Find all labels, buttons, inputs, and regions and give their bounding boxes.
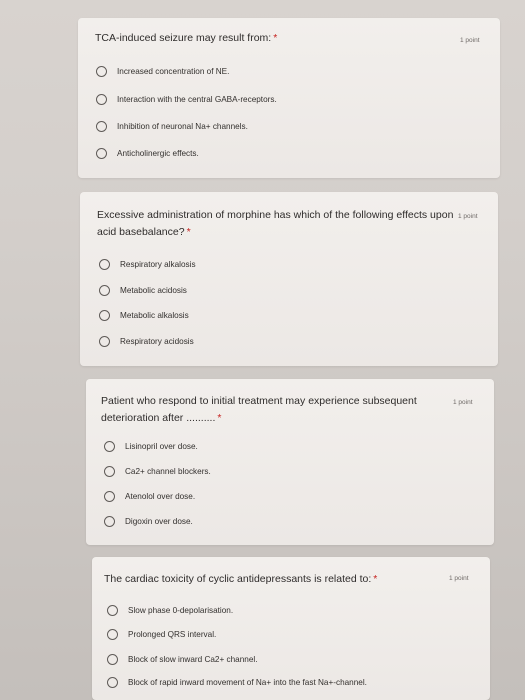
points-label: 1 point xyxy=(458,213,478,220)
question-card-1: TCA-induced seizure may result from: * 1 … xyxy=(78,18,500,178)
option-item[interactable]: Respiratory alkalosis xyxy=(99,256,196,272)
option-label[interactable]: Slow phase 0-depolarisation. xyxy=(128,606,233,615)
radio-button[interactable] xyxy=(96,147,107,159)
option-label[interactable]: Lisinopril over dose. xyxy=(125,442,198,451)
radio-button[interactable] xyxy=(107,676,118,688)
option-item[interactable]: Ca2+ channel blockers. xyxy=(104,463,211,479)
points-label: 1 point xyxy=(449,575,469,582)
option-label[interactable]: Increased concentration of NE. xyxy=(117,67,229,76)
radio-button[interactable] xyxy=(96,65,107,77)
option-item[interactable]: Interaction with the central GABA-recept… xyxy=(96,91,277,107)
option-label[interactable]: Interaction with the central GABA-recept… xyxy=(117,95,277,104)
question-card-2: Excessive administration of morphine has… xyxy=(80,192,498,366)
question-text: Patient who respond to initial treatment… xyxy=(101,395,417,424)
required-asterisk: * xyxy=(217,412,222,424)
required-asterisk: * xyxy=(373,573,378,585)
question-card-3: Patient who respond to initial treatment… xyxy=(86,379,494,545)
option-item[interactable]: Anticholinergic effects. xyxy=(96,145,199,161)
radio-button[interactable] xyxy=(99,335,110,347)
option-item[interactable]: Digoxin over dose. xyxy=(104,513,193,529)
option-label[interactable]: Digoxin over dose. xyxy=(125,517,193,526)
option-label[interactable]: Metabolic acidosis xyxy=(120,286,187,295)
radio-button[interactable] xyxy=(104,465,115,477)
option-label[interactable]: Respiratory alkalosis xyxy=(120,260,196,269)
question-title: Patient who respond to initial treatment… xyxy=(101,393,441,427)
radio-button[interactable] xyxy=(99,258,110,270)
option-item[interactable]: Slow phase 0-depolarisation. xyxy=(107,602,233,618)
radio-button[interactable] xyxy=(104,515,115,527)
option-item[interactable]: Inhibition of neuronal Na+ channels. xyxy=(96,118,248,134)
option-label[interactable]: Respiratory acidosis xyxy=(120,337,194,346)
option-item[interactable]: Increased concentration of NE. xyxy=(96,63,229,79)
radio-button[interactable] xyxy=(99,284,110,296)
option-label[interactable]: Metabolic alkalosis xyxy=(120,311,189,320)
option-item[interactable]: Prolonged QRS interval. xyxy=(107,626,216,642)
required-asterisk: * xyxy=(186,226,191,238)
form-page: TCA-induced seizure may result from: * 1 … xyxy=(0,0,525,700)
points-label: 1 point xyxy=(460,37,480,44)
radio-button[interactable] xyxy=(96,93,107,105)
question-text: TCA-induced seizure may result from: xyxy=(95,32,272,44)
radio-button[interactable] xyxy=(104,490,115,502)
option-label[interactable]: Inhibition of neuronal Na+ channels. xyxy=(117,122,248,131)
radio-button[interactable] xyxy=(96,120,107,132)
option-label[interactable]: Block of slow inward Ca2+ channel. xyxy=(128,655,257,664)
option-item[interactable]: Atenolol over dose. xyxy=(104,488,195,504)
radio-button[interactable] xyxy=(107,653,118,665)
option-label[interactable]: Block of rapid inward movement of Na+ in… xyxy=(128,678,367,687)
option-item[interactable]: Metabolic alkalosis xyxy=(99,307,189,323)
radio-button[interactable] xyxy=(107,628,118,640)
radio-button[interactable] xyxy=(107,604,118,616)
question-title: Excessive administration of morphine has… xyxy=(97,207,457,241)
option-item[interactable]: Block of rapid inward movement of Na+ in… xyxy=(107,674,367,690)
question-text: Excessive administration of morphine has… xyxy=(97,209,454,238)
option-label[interactable]: Prolonged QRS interval. xyxy=(128,630,216,639)
radio-button[interactable] xyxy=(104,440,115,452)
question-card-4: The cardiac toxicity of cyclic antidepre… xyxy=(92,557,490,700)
option-item[interactable]: Block of slow inward Ca2+ channel. xyxy=(107,651,257,667)
points-label: 1 point xyxy=(453,399,473,406)
question-text: The cardiac toxicity of cyclic antidepre… xyxy=(104,573,372,585)
option-label[interactable]: Atenolol over dose. xyxy=(125,492,195,501)
option-label[interactable]: Ca2+ channel blockers. xyxy=(125,467,211,476)
option-item[interactable]: Respiratory acidosis xyxy=(99,333,194,349)
radio-button[interactable] xyxy=(99,309,110,321)
question-title: TCA-induced seizure may result from: * xyxy=(95,30,435,47)
option-item[interactable]: Metabolic acidosis xyxy=(99,282,187,298)
option-item[interactable]: Lisinopril over dose. xyxy=(104,438,198,454)
required-asterisk: * xyxy=(273,32,278,44)
option-label[interactable]: Anticholinergic effects. xyxy=(117,149,199,158)
question-title: The cardiac toxicity of cyclic antidepre… xyxy=(104,571,444,588)
